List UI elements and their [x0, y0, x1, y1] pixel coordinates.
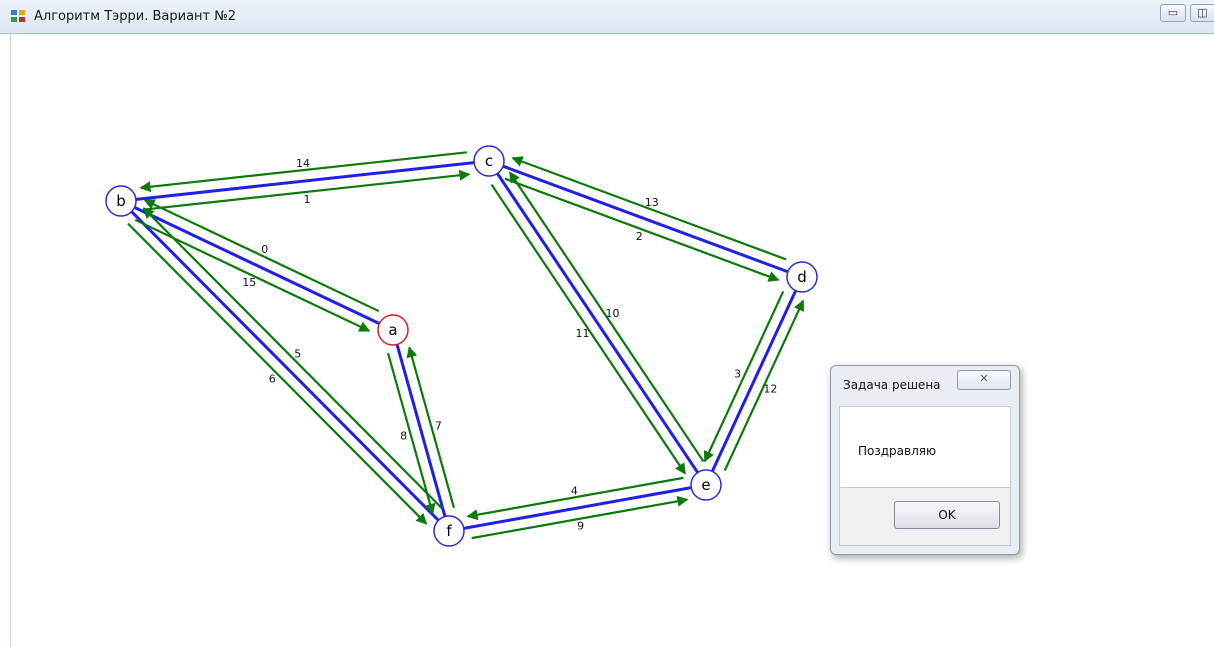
ok-button[interactable]: OK [894, 501, 1000, 529]
edge-c-d [488, 159, 803, 279]
node-label: e [701, 476, 710, 494]
node-f: f [433, 515, 465, 547]
dialog-title: Задача решена [843, 378, 941, 392]
edge-c-e [487, 160, 708, 486]
node-a: a [377, 314, 409, 346]
node-label: d [797, 268, 807, 286]
node-d: d [786, 261, 818, 293]
traversal-step-label: 1 [303, 193, 310, 206]
node-b: b [105, 185, 137, 217]
edge-a-b [120, 199, 394, 332]
traversal-step-label: 14 [296, 157, 310, 170]
traversal-step-label: 7 [435, 420, 442, 433]
edge-b-f [119, 199, 451, 533]
traversal-step-label: 12 [763, 383, 777, 396]
traversal-step-label: 11 [576, 327, 590, 340]
dialog-body: Поздравляю [839, 406, 1011, 488]
edge-d-e [704, 276, 804, 486]
traversal-step-label: 9 [577, 520, 584, 533]
traversal-step-label: 4 [571, 484, 578, 497]
traversal-arrow-7 [406, 346, 456, 509]
traversal-step-label: 3 [734, 367, 741, 380]
traversal-step-label: 13 [645, 196, 659, 209]
traversal-step-label: 8 [400, 429, 407, 442]
node-label: f [446, 522, 452, 540]
traversal-step-label: 10 [605, 307, 619, 320]
traversal-step-label: 6 [269, 373, 276, 386]
traversal-step-label: 15 [242, 276, 256, 289]
traversal-arrow-5 [142, 207, 443, 510]
node-label: a [388, 321, 397, 339]
traversal-arrow-3 [703, 290, 785, 463]
traversal-arrow-8 [386, 352, 436, 515]
node-e: e [690, 469, 722, 501]
dialog-close-button[interactable]: ✕ [957, 370, 1011, 390]
graph-canvas: 0123456789101112131415 abcdef [105, 145, 818, 547]
traversal-step-label: 5 [294, 347, 301, 360]
dialog-footer: OK [839, 488, 1011, 546]
node-c: c [473, 145, 505, 177]
node-label: c [485, 152, 493, 170]
traversal-arrow-6 [127, 222, 428, 525]
node-label: b [116, 192, 126, 210]
traversal-step-label: 0 [261, 243, 268, 256]
nodes-layer: a b c d e f [105, 145, 818, 547]
message-dialog: Задача решена ✕ Поздравляю OK [830, 365, 1020, 555]
dialog-message: Поздравляю [858, 444, 937, 458]
close-icon: ✕ [979, 373, 989, 385]
traversal-step-label: 2 [636, 230, 643, 243]
